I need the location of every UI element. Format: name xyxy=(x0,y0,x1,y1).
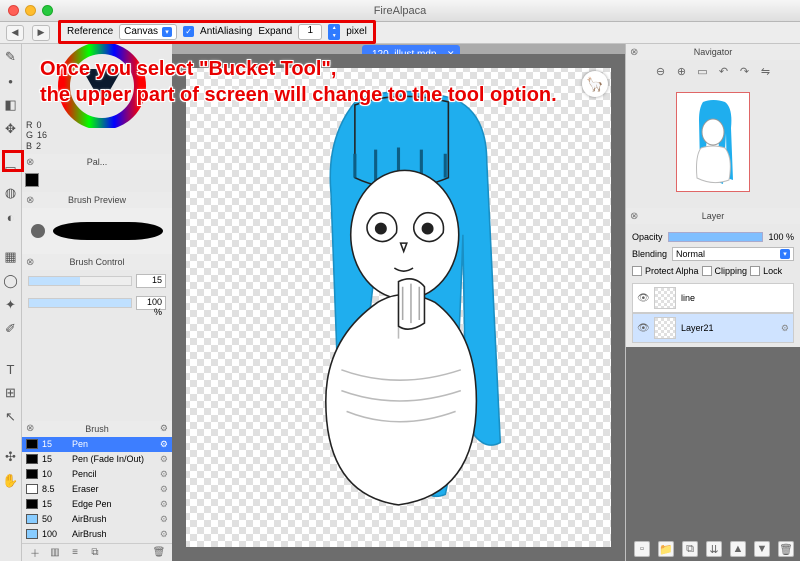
antialias-checkbox[interactable]: ✓ xyxy=(183,26,194,37)
brush-list: 15Pen⚙15Pen (Fade In/Out)⚙10Pencil⚙8.5Er… xyxy=(22,437,172,544)
unit-label: pixel xyxy=(346,26,367,37)
move-tool-icon[interactable]: ✥ xyxy=(2,120,20,138)
operation-tool-icon[interactable]: ↖ xyxy=(2,408,20,426)
close-icon[interactable]: ⊗ xyxy=(630,211,638,222)
gear-icon[interactable]: ⚙ xyxy=(160,484,168,495)
duplicate-brush-icon[interactable]: ⧉ xyxy=(88,546,102,560)
palette-panel[interactable] xyxy=(22,170,172,192)
protect-alpha-checkbox[interactable] xyxy=(632,266,642,276)
gear-icon[interactable]: ⚙ xyxy=(160,423,168,434)
blending-select[interactable]: Normal▾ xyxy=(672,247,794,261)
right-sidebar: ⊗Navigator ⊖ ⊕ ▭ ↶ ↷ ⇋ ⊗Layer Opacity100… xyxy=(625,44,800,561)
gear-icon[interactable]: ⚙ xyxy=(160,514,168,525)
gear-icon[interactable]: ⚙ xyxy=(781,323,789,334)
reference-label: Reference xyxy=(67,26,113,37)
navigator-thumbnail[interactable] xyxy=(626,82,800,202)
brush-opacity-slider[interactable] xyxy=(28,298,132,308)
fit-icon[interactable]: ▭ xyxy=(695,63,711,79)
close-icon[interactable]: ⊗ xyxy=(630,47,638,58)
annotation-text: Once you select "Bucket Tool", the upper… xyxy=(40,56,557,108)
artwork xyxy=(197,79,600,536)
brush-row[interactable]: 8.5Eraser⚙ xyxy=(22,482,172,497)
canvas[interactable]: 🦙 xyxy=(182,64,615,551)
history-back-button[interactable]: ◀ xyxy=(6,25,24,41)
expand-input[interactable]: 1 xyxy=(298,24,322,40)
gear-icon[interactable]: ⚙ xyxy=(160,529,168,540)
brush-opacity-value[interactable]: 100 % xyxy=(136,296,166,310)
layer-item[interactable]: 👁line xyxy=(632,283,794,313)
eyedropper-tool-icon[interactable]: ✣ xyxy=(2,448,20,466)
new-layer-icon[interactable]: ▫ xyxy=(634,541,650,557)
duplicate-layer-icon[interactable]: ⧉ xyxy=(682,541,698,557)
gear-icon[interactable]: ⚙ xyxy=(160,499,168,510)
brush-row[interactable]: 50AirBrush⚙ xyxy=(22,512,172,527)
expand-stepper[interactable]: ▲▼ xyxy=(328,24,340,40)
visibility-icon[interactable]: 👁 xyxy=(637,323,649,334)
app-title: FireAlpaca xyxy=(0,5,800,17)
delete-brush-icon[interactable]: 🗑 xyxy=(152,546,166,560)
gear-icon[interactable]: ⚙ xyxy=(160,439,168,450)
tool-option-bar: ◀ ▶ Reference Canvas▾ ✓ AntiAliasing Exp… xyxy=(0,22,800,44)
rotate-ccw-icon[interactable]: ↶ xyxy=(716,63,732,79)
add-brush-script-icon[interactable]: ≡ xyxy=(68,546,82,560)
rotate-cw-icon[interactable]: ↷ xyxy=(737,63,753,79)
dot-tool-icon[interactable]: • xyxy=(2,72,20,90)
brush-row[interactable]: 15Edge Pen⚙ xyxy=(22,497,172,512)
tool-strip: ✎ • ◧ ✥ ▭ ◍ ◐ ▦ ◯ ✦ ✐ T ⊞ ↖ ✣ ✋ xyxy=(0,44,22,561)
wand-tool-icon[interactable]: ✦ xyxy=(2,296,20,314)
lasso-tool-icon[interactable]: ◯ xyxy=(2,272,20,290)
layer-up-icon[interactable]: ▲ xyxy=(730,541,746,557)
lock-checkbox[interactable] xyxy=(750,266,760,276)
brush-row[interactable]: 100AirBrush⚙ xyxy=(22,527,172,542)
clipping-checkbox[interactable] xyxy=(702,266,712,276)
bucket-tool-options: Reference Canvas▾ ✓ AntiAliasing Expand … xyxy=(58,20,376,44)
close-icon[interactable]: ⊗ xyxy=(26,195,34,206)
gear-icon[interactable]: ⚙ xyxy=(160,454,168,465)
visibility-icon[interactable]: 👁 xyxy=(637,293,649,304)
brush-row[interactable]: 15Pen⚙ xyxy=(22,437,172,452)
brush-tool-icon[interactable]: ✎ xyxy=(2,48,20,66)
history-forward-button[interactable]: ▶ xyxy=(32,25,50,41)
layer-down-icon[interactable]: ▼ xyxy=(754,541,770,557)
brush-size-value[interactable]: 15 xyxy=(136,274,166,288)
reference-select[interactable]: Canvas▾ xyxy=(119,24,177,40)
panel-tool-icon[interactable]: ⊞ xyxy=(2,384,20,402)
flip-icon[interactable]: ⇋ xyxy=(758,63,774,79)
bucket-tool-icon[interactable]: ◍ xyxy=(2,184,20,202)
zoom-in-icon[interactable]: ⊕ xyxy=(674,63,690,79)
gradient-tool-icon[interactable]: ◐ xyxy=(2,208,20,226)
merge-layer-icon[interactable]: ⇊ xyxy=(706,541,722,557)
brush-size-slider[interactable] xyxy=(28,276,132,286)
pen-select-icon[interactable]: ✐ xyxy=(2,320,20,338)
window-titlebar: FireAlpaca xyxy=(0,0,800,22)
add-brush-icon[interactable]: ＋ xyxy=(28,546,42,560)
left-sidebar: R0 G16 B2 ⊗Pal... ⊗Brush Preview ⊗Brush … xyxy=(22,44,172,561)
brush-row[interactable]: 15Pen (Fade In/Out)⚙ xyxy=(22,452,172,467)
text-tool-icon[interactable]: T xyxy=(2,360,20,378)
close-icon[interactable]: ⊗ xyxy=(26,257,34,268)
select-tool-icon[interactable]: ▦ xyxy=(2,248,20,266)
close-icon[interactable]: ⊗ xyxy=(26,157,34,168)
close-icon[interactable]: ⊗ xyxy=(26,423,34,434)
add-brush-image-icon[interactable]: ▥ xyxy=(48,546,62,560)
highlight-bucket-tool xyxy=(2,150,24,172)
layer-item[interactable]: 👁Layer21⚙ xyxy=(632,313,794,343)
delete-layer-icon[interactable]: 🗑 xyxy=(778,541,794,557)
gear-icon[interactable]: ⚙ xyxy=(160,469,168,480)
antialias-label: AntiAliasing xyxy=(200,26,252,37)
eraser-tool-icon[interactable]: ◧ xyxy=(2,96,20,114)
canvas-area: 120_illust.mdp✕ 🦙 xyxy=(172,44,625,561)
brush-row[interactable]: 10Pencil⚙ xyxy=(22,467,172,482)
layer-opacity-slider[interactable] xyxy=(668,232,764,242)
zoom-out-icon[interactable]: ⊖ xyxy=(653,63,669,79)
expand-label: Expand xyxy=(258,26,292,37)
brush-preview xyxy=(22,208,172,254)
new-folder-icon[interactable]: 📁 xyxy=(658,541,674,557)
hand-tool-icon[interactable]: ✋ xyxy=(2,472,20,490)
